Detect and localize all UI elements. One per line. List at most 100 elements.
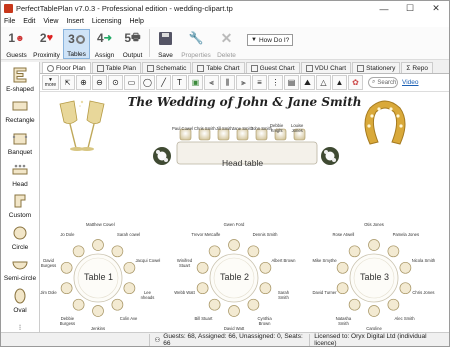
video-link[interactable]: Video (402, 79, 419, 86)
text-tool-button[interactable]: T (172, 75, 187, 90)
zoom-out-button[interactable]: ⊖ (92, 75, 107, 90)
chair-seat[interactable] (208, 298, 221, 311)
chair-seat[interactable] (72, 298, 85, 311)
chair-seat[interactable] (368, 305, 380, 317)
chair-seat[interactable] (387, 245, 400, 258)
menu-licensing[interactable]: Licensing (92, 18, 122, 25)
distribute-button[interactable]: ≡ (252, 75, 267, 90)
chair-seat[interactable] (111, 245, 124, 258)
mountain-button[interactable]: ⛰ (300, 75, 315, 90)
menu-edit[interactable]: Edit (23, 18, 35, 25)
chair-seat[interactable] (387, 298, 400, 311)
delete-button[interactable]: ✕ Delete (213, 29, 240, 60)
distribute-v-button[interactable]: ⋮ (268, 75, 283, 90)
maximize-button[interactable]: ☐ (397, 1, 423, 16)
chair-seat[interactable] (228, 305, 240, 317)
chair-seat[interactable] (247, 245, 260, 258)
rectangle-tool-button[interactable]: ▭ (124, 75, 139, 90)
palette-circle[interactable]: Circle (10, 222, 30, 251)
circle-table-icon (13, 226, 27, 240)
zoom-fit-button[interactable]: ⊙ (108, 75, 123, 90)
chart-button[interactable]: ▤ (284, 75, 299, 90)
chair-seat[interactable] (247, 298, 260, 311)
mountain3-button[interactable]: ▲ (332, 75, 347, 90)
tab-label: Guest Chart (259, 64, 295, 72)
menu-view[interactable]: View (43, 18, 58, 25)
chair-seat[interactable] (123, 282, 136, 295)
table-label: Table 3 (360, 272, 390, 282)
menu-insert[interactable]: Insert (66, 18, 84, 25)
palette-e-shaped[interactable]: E-shaped (6, 64, 34, 93)
align-left-button[interactable]: ⫷ (204, 75, 219, 90)
chevron-down-icon: ▼ (251, 37, 257, 43)
close-button[interactable]: ✕ (423, 1, 449, 16)
chair-seat[interactable] (92, 239, 104, 251)
palette-more-icon[interactable]: ⁝ (19, 323, 22, 332)
palette-oval[interactable]: Oval (10, 285, 30, 314)
chair-seat[interactable] (259, 282, 272, 295)
image-tool-button[interactable]: ▣ (188, 75, 203, 90)
minimize-button[interactable]: — (371, 1, 397, 16)
tab-schematic[interactable]: Schematic (141, 62, 192, 73)
grid-icon (250, 64, 258, 72)
chair-seat[interactable] (399, 282, 412, 295)
more-button[interactable]: ▼ more (42, 75, 59, 90)
chair-seat[interactable] (399, 261, 412, 274)
align-center-button[interactable]: ⫼ (220, 75, 235, 90)
chair-seat[interactable] (72, 245, 85, 258)
chair-seat[interactable] (368, 239, 380, 251)
chair-seat[interactable] (60, 261, 73, 274)
align-right-button[interactable]: ⫸ (236, 75, 251, 90)
search-input[interactable]: ⌕ Search (368, 77, 398, 88)
floor-plan-icon (47, 64, 54, 72)
proximity-button[interactable]: 2 ♥ Proximity (31, 29, 62, 59)
how-do-i-dropdown[interactable]: ▼ How Do I? (247, 34, 294, 46)
guest-name: Dennis Smith (252, 231, 278, 237)
guest-name: Webb Watt (174, 290, 195, 296)
chair-seat[interactable] (196, 282, 209, 295)
tab-table-chart[interactable]: Table Chart (192, 62, 245, 73)
zoom-in-button[interactable]: ⊕ (76, 75, 91, 90)
tab-floor-plan[interactable]: Floor Plan (42, 62, 91, 73)
menu-file[interactable]: File (4, 18, 15, 25)
guests-button[interactable]: 1 ☻ Guests (3, 29, 30, 59)
chair-seat[interactable] (336, 282, 349, 295)
guest-name: Jim Dole (40, 290, 57, 296)
save-button[interactable]: Save (152, 29, 179, 59)
chair-seat[interactable] (348, 298, 361, 311)
palette-semi-circle[interactable]: Semi-circle (4, 254, 36, 282)
chair-seat[interactable] (196, 261, 209, 274)
tab-table-plan[interactable]: Table Plan (91, 62, 141, 73)
chair-seat[interactable] (336, 261, 349, 274)
chair-seat[interactable] (208, 245, 221, 258)
tab-reports[interactable]: Σ Repo (401, 62, 433, 73)
head-guest-name: Chris Smith (194, 126, 216, 131)
chair-seat[interactable] (228, 239, 240, 251)
palette-head[interactable]: Head (10, 159, 30, 188)
head-table-label: Head table (222, 158, 264, 168)
palette-custom[interactable]: Custom (9, 191, 31, 219)
ellipse-tool-button[interactable]: ◯ (140, 75, 155, 90)
line-tool-button[interactable]: ╱ (156, 75, 171, 90)
chair-seat[interactable] (60, 282, 73, 295)
head-guest-name: Louise Jones (291, 123, 304, 133)
palette-rectangle[interactable]: Rectangle (5, 96, 35, 124)
mountain2-button[interactable]: △ (316, 75, 331, 90)
menu-help[interactable]: Help (129, 18, 143, 25)
tab-vdu-chart[interactable]: VDU Chart (300, 62, 352, 73)
chair-seat[interactable] (123, 261, 136, 274)
floor-plan-canvas[interactable]: The Wedding of John & Jane Smith Head ta… (40, 92, 449, 332)
chair-seat[interactable] (259, 261, 272, 274)
color-button[interactable]: ✿ (348, 75, 363, 90)
chair-seat[interactable] (92, 305, 104, 317)
palette-banquet[interactable]: Banquet (8, 127, 32, 156)
select-tool-button[interactable]: ⇱ (60, 75, 75, 90)
assign-button[interactable]: 4 ➜ Assign (91, 29, 118, 59)
properties-button[interactable]: 🔧 Properties (180, 29, 212, 59)
chair-seat[interactable] (348, 245, 361, 258)
tab-stationery[interactable]: Stationery (352, 62, 401, 73)
tables-button[interactable]: 3 Tables (63, 29, 90, 59)
output-button[interactable]: 5 🖶 Output (119, 29, 146, 59)
chair-seat[interactable] (111, 298, 124, 311)
tab-guest-chart[interactable]: Guest Chart (245, 62, 300, 73)
